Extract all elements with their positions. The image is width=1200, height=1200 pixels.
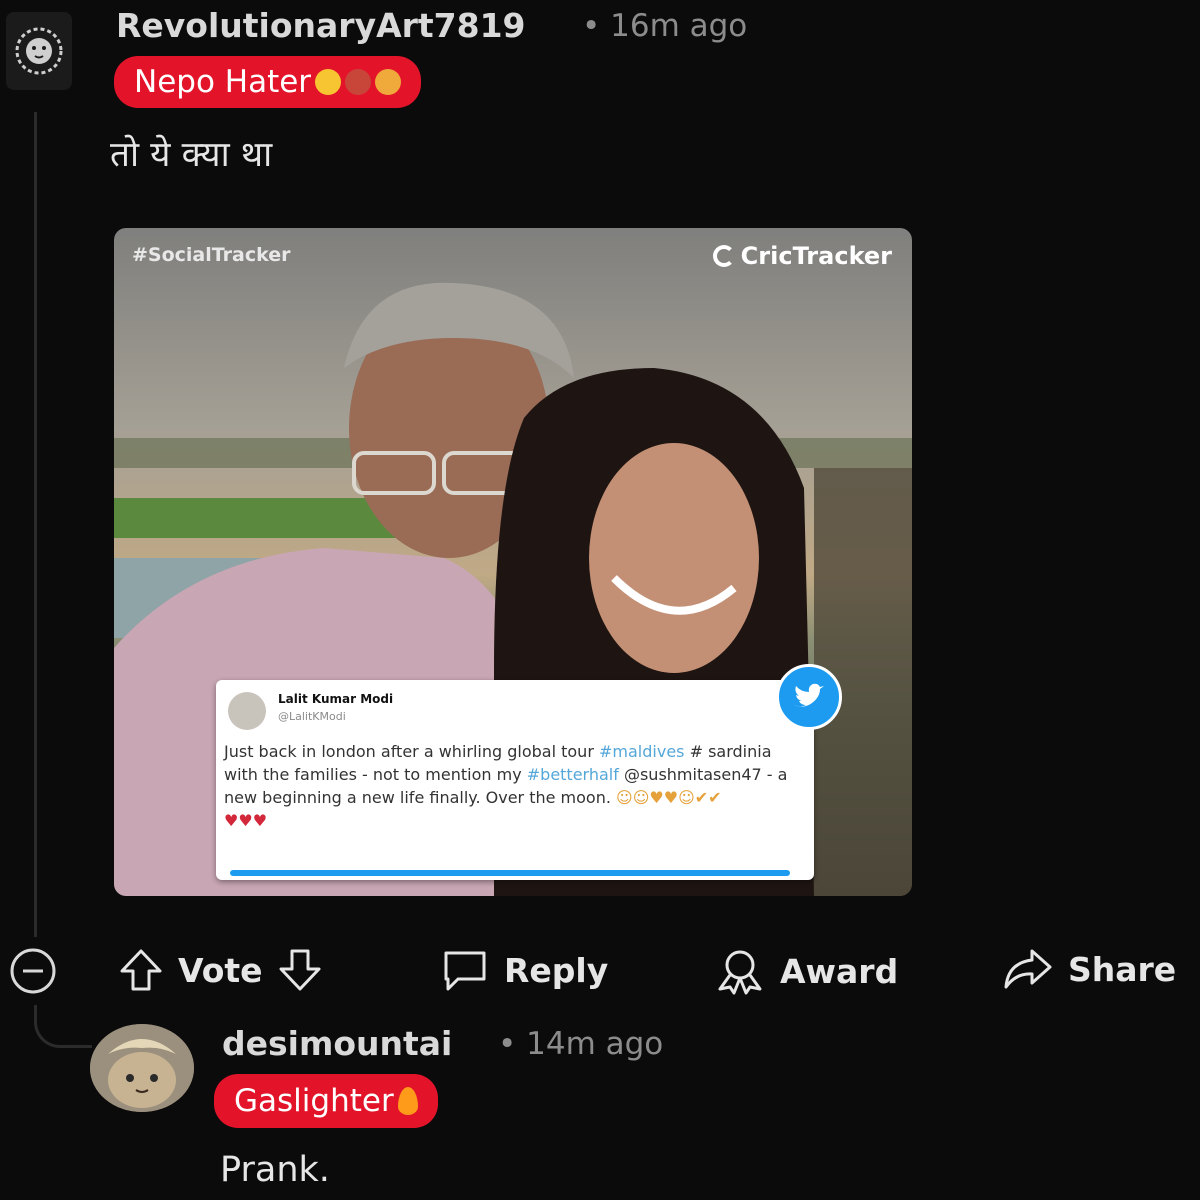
comment-image[interactable]: #SocialTracker CricTracker Lalit Kumar M… — [114, 228, 912, 896]
cat-avatar-icon — [90, 1024, 194, 1112]
hearts-icon: ♥♥♥ — [224, 811, 268, 830]
comment-username[interactable]: RevolutionaryArt7819 — [116, 6, 526, 45]
reply-label: Reply — [504, 950, 609, 990]
media-hashtag: #SocialTracker — [132, 244, 291, 266]
comment-timestamp: • 16m ago — [582, 8, 748, 44]
tweet-card: Lalit Kumar Modi @LalitKModi Just back i… — [216, 680, 814, 880]
user-avatar[interactable] — [6, 12, 72, 90]
tweet-text: Just back in london after a whirling glo… — [224, 740, 790, 832]
tweet-hashtag: #maldives — [599, 742, 685, 761]
award-label: Award — [780, 951, 899, 991]
tweet-hashtag: #betterhalf — [526, 765, 619, 784]
downvote-arrow-icon[interactable] — [277, 947, 323, 993]
reply-body: Prank. — [220, 1150, 330, 1190]
speech-bubble-icon — [444, 951, 486, 991]
reply-username[interactable]: desimountai — [222, 1024, 452, 1063]
twitter-bird-icon — [776, 664, 842, 730]
reply-thread-connector — [34, 1005, 92, 1048]
tweet-author-name: Lalit Kumar Modi — [278, 692, 394, 706]
tweet-text-part: Just back in london after a whirling glo… — [224, 742, 594, 761]
reply-button[interactable]: Reply — [440, 947, 608, 993]
emoji-row-icon: ☺☺♥♥☺✔✔ — [616, 788, 722, 807]
reply-user-avatar[interactable] — [90, 1024, 194, 1112]
crictracker-logo-icon — [712, 245, 735, 267]
fire-icon — [397, 1087, 418, 1115]
share-button[interactable]: Share — [1002, 947, 1176, 991]
brand-name: CricTracker — [740, 242, 892, 270]
award-button[interactable]: Award — [714, 947, 898, 995]
vote-group: Vote — [118, 947, 323, 993]
share-label: Share — [1068, 949, 1177, 989]
distressed-face-icon — [315, 69, 342, 95]
lion-icon — [15, 27, 63, 75]
brand-watermark: CricTracker — [712, 242, 892, 270]
user-flair: Nepo Hater — [114, 56, 422, 108]
action-bar: Vote Reply Award Share — [0, 935, 1200, 1005]
reply-timestamp: • 14m ago — [498, 1026, 664, 1062]
thread-line[interactable] — [34, 112, 37, 937]
share-arrow-icon — [1004, 949, 1052, 989]
upvote-arrow-icon[interactable] — [118, 947, 164, 993]
cursing-face-icon — [345, 69, 372, 95]
award-ribbon-icon — [718, 950, 762, 995]
tweet-avatar — [228, 692, 266, 730]
angry-face-icon — [375, 69, 402, 95]
flair-text: Nepo Hater — [134, 64, 312, 100]
reply-flair-text: Gaslighter — [234, 1083, 394, 1119]
vote-label: Vote — [178, 950, 263, 990]
reply-user-flair: Gaslighter — [214, 1074, 438, 1128]
tweet-divider — [230, 870, 790, 876]
comment-body: तो ये क्या था — [110, 135, 273, 175]
tweet-author-handle: @LalitKModi — [278, 710, 346, 723]
